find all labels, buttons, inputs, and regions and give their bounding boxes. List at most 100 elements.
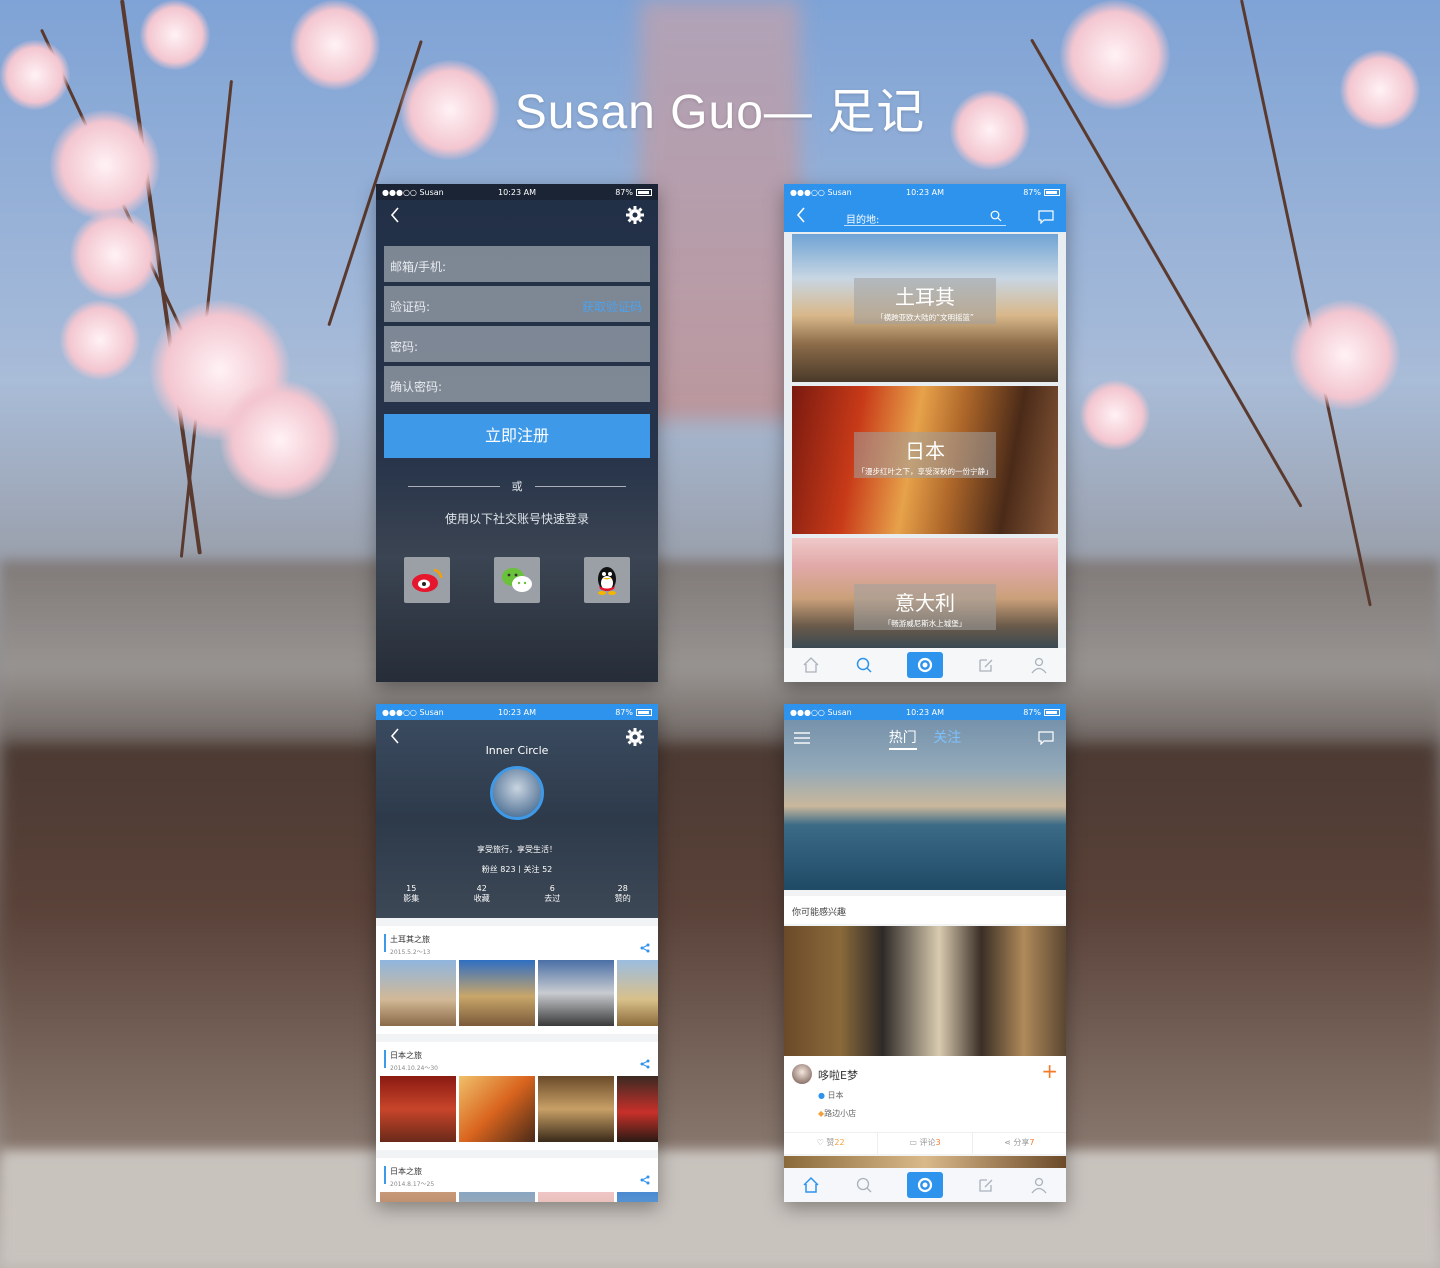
- weibo-icon: [412, 568, 443, 592]
- destination-title: 土耳其: [895, 285, 955, 309]
- post-username[interactable]: 哆啦E梦: [818, 1067, 858, 1083]
- gear-icon[interactable]: [626, 206, 644, 224]
- destination-screen: ●●●○○ Susan 10:23 AM 87% 目的地: 土耳其 「横跨亚欧大…: [784, 184, 1066, 682]
- stat-favorites[interactable]: 42 收藏: [474, 884, 490, 904]
- background-photo: [0, 0, 1440, 1268]
- status-bar: ●●●○○ Susan 10:23 AM 87%: [784, 704, 1066, 720]
- password-field[interactable]: 密码:: [384, 326, 650, 362]
- camera-icon[interactable]: [906, 1172, 943, 1198]
- verification-code-field[interactable]: 验证码: 获取验证码: [384, 286, 650, 322]
- stat-visited[interactable]: 6 去过: [544, 884, 560, 904]
- album-date: 2014.10.24～30: [390, 1065, 438, 1072]
- album-date: 2015.5.2～13: [390, 949, 431, 956]
- status-bar: ●●●○○ Susan 10:23 AM 87%: [784, 184, 1066, 200]
- register-screen: ●●●○○ Susan 10:23 AM 87% 邮箱/手机: 验证码: 获取验…: [376, 184, 658, 682]
- next-post-peek: [784, 1156, 1066, 1168]
- back-icon[interactable]: [796, 207, 808, 223]
- back-icon[interactable]: [390, 207, 402, 223]
- camera-icon[interactable]: [906, 652, 943, 678]
- profile-screen: ●●●○○ Susan 10:23 AM 87% Inner Circle 享受…: [376, 704, 658, 1202]
- section-title: 你可能感兴趣: [784, 896, 1066, 924]
- destination-search-input[interactable]: 目的地:: [844, 210, 1006, 226]
- profile-name: Inner Circle: [485, 744, 549, 757]
- profile-follow-counts[interactable]: 粉丝 823丨关注 52: [376, 864, 658, 875]
- search-icon[interactable]: [853, 1174, 875, 1196]
- album-photo[interactable]: [380, 1076, 456, 1142]
- destination-card-turkey[interactable]: 土耳其 「横跨亚欧大陆的“文明摇篮”: [792, 234, 1058, 382]
- album-photo[interactable]: [617, 960, 658, 1026]
- profile-stats: 15 影集 42 收藏 6 去过 28 赞的: [376, 884, 658, 904]
- avatar[interactable]: [490, 766, 544, 820]
- tab-following[interactable]: 关注: [933, 730, 961, 746]
- share-icon[interactable]: [640, 1170, 650, 1185]
- edit-icon[interactable]: [975, 1174, 997, 1196]
- back-icon[interactable]: [390, 728, 402, 744]
- post-photo[interactable]: [784, 926, 1066, 1056]
- status-bar: ●●●○○ Susan 10:23 AM 87%: [376, 704, 658, 720]
- home-icon[interactable]: [800, 1174, 822, 1196]
- get-code-link[interactable]: 获取验证码: [582, 298, 642, 315]
- qq-login-button[interactable]: [584, 557, 630, 603]
- album-card[interactable]: 日本之旅 2014.8.17～25: [376, 1158, 658, 1202]
- avatar[interactable]: [792, 1064, 812, 1084]
- weibo-login-button[interactable]: [404, 557, 450, 603]
- destination-card-italy[interactable]: 意大利 「畅游威尼斯水上城堡」: [792, 538, 1058, 648]
- share-button[interactable]: ⋖ 分享7: [973, 1133, 1066, 1154]
- profile-icon[interactable]: [1028, 654, 1050, 676]
- profile-icon[interactable]: [1028, 1174, 1050, 1196]
- destination-subtitle: 「横跨亚欧大陆的“文明摇篮”: [876, 313, 974, 322]
- tab-hot[interactable]: 热门: [888, 730, 917, 750]
- edit-icon[interactable]: [975, 654, 997, 676]
- album-photo[interactable]: [459, 960, 535, 1026]
- wechat-icon: [502, 568, 532, 592]
- album-photo[interactable]: [538, 1192, 614, 1202]
- album-photo[interactable]: [538, 960, 614, 1026]
- post-tag: ◆路边小店: [818, 1109, 857, 1118]
- like-button[interactable]: ♡ 赞22: [784, 1133, 879, 1154]
- location-pin-icon: ●: [818, 1091, 825, 1100]
- search-icon: [990, 210, 1002, 222]
- stat-liked[interactable]: 28 赞的: [615, 884, 631, 904]
- share-icon[interactable]: [640, 938, 650, 953]
- carrier-label: ●●●○○ Susan: [382, 707, 444, 717]
- battery-indicator: 87%: [1023, 188, 1060, 197]
- share-icon[interactable]: [640, 1054, 650, 1069]
- wechat-login-button[interactable]: [494, 557, 540, 603]
- album-photo[interactable]: [380, 1192, 456, 1202]
- album-photo[interactable]: [617, 1076, 658, 1142]
- register-button[interactable]: 立即注册: [384, 414, 650, 458]
- album-photo[interactable]: [459, 1076, 535, 1142]
- album-card[interactable]: 日本之旅 2014.10.24～30: [376, 1042, 658, 1150]
- destination-card-japan[interactable]: 日本 「漫步红叶之下，享受深秋的一份宁静」: [792, 386, 1058, 534]
- home-icon[interactable]: [800, 654, 822, 676]
- follow-plus-icon[interactable]: +: [1041, 1061, 1058, 1081]
- album-card[interactable]: 土耳其之旅 2015.5.2～13: [376, 926, 658, 1034]
- comment-button[interactable]: ▭ 评论3: [878, 1133, 973, 1154]
- album-title: 日本之旅: [390, 1051, 422, 1060]
- chat-icon[interactable]: [1038, 730, 1054, 746]
- email-phone-field[interactable]: 邮箱/手机:: [384, 246, 650, 282]
- carrier-label: ●●●○○ Susan: [382, 187, 444, 197]
- album-photo[interactable]: [380, 960, 456, 1026]
- social-login-hint: 使用以下社交账号快速登录: [444, 512, 589, 526]
- album-photo[interactable]: [617, 1192, 658, 1202]
- destination-title: 意大利: [895, 591, 955, 615]
- search-icon[interactable]: [853, 654, 875, 676]
- or-divider: 或: [408, 478, 626, 494]
- chat-icon[interactable]: [1038, 209, 1054, 225]
- feed-screen: ●●●○○ Susan 10:23 AM 87% 热门 关注 你可能感兴趣 哆啦…: [784, 704, 1066, 1202]
- carrier-label: ●●●○○ Susan: [790, 187, 852, 197]
- album-photo[interactable]: [538, 1076, 614, 1142]
- tab-bar: [784, 1168, 1066, 1202]
- battery-indicator: 87%: [615, 188, 652, 197]
- album-date: 2014.8.17～25: [390, 1181, 435, 1188]
- destination-title: 日本: [905, 439, 945, 463]
- profile-motto: 享受旅行，享受生活！: [477, 845, 557, 854]
- qq-icon: [598, 567, 616, 595]
- album-photo[interactable]: [459, 1192, 535, 1202]
- confirm-password-field[interactable]: 确认密码:: [384, 366, 650, 402]
- status-bar: ●●●○○ Susan 10:23 AM 87%: [376, 184, 658, 200]
- tab-bar: [784, 648, 1066, 682]
- stat-albums[interactable]: 15 影集: [403, 884, 419, 904]
- destination-subtitle: 「畅游威尼斯水上城堡」: [883, 619, 967, 628]
